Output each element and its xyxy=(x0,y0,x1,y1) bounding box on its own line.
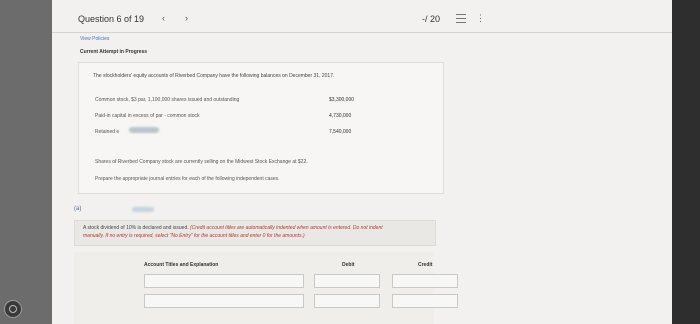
part-a-instructions: A stock dividend of 10% is declared and … xyxy=(74,220,436,246)
list-icon[interactable] xyxy=(456,14,466,23)
attempt-status: Current Attempt in Progress xyxy=(80,49,148,55)
blurred-text xyxy=(129,127,159,133)
problem-intro: The stockholders' equity accounts of Riv… xyxy=(93,73,335,79)
blurred-text xyxy=(132,207,154,212)
market-price-text: Shares of Riverbed Company stock are cur… xyxy=(95,159,308,165)
journal-entry-table: Account Titles and Explanation Debit Cre… xyxy=(74,252,458,324)
debit-input[interactable] xyxy=(314,274,380,288)
balance-row-value: $3,300,000 xyxy=(329,97,355,103)
assignment-page: Question 6 of 19 ‹ › -/ 20 ⋮ View Polici… xyxy=(52,0,676,324)
part-a-label: (a) xyxy=(74,206,82,212)
account-title-input[interactable] xyxy=(144,294,304,308)
credit-header: Credit xyxy=(418,262,433,268)
question-header: Question 6 of 19 ‹ › -/ 20 ⋮ xyxy=(52,6,676,33)
instruction-line-2: manually. If no entry is required, selec… xyxy=(83,233,305,239)
screen: Question 6 of 19 ‹ › -/ 20 ⋮ View Polici… xyxy=(0,0,700,324)
instruction-line-1: A stock dividend of 10% is declared and … xyxy=(83,225,383,231)
prepare-instruction: Prepare the appropriate journal entries … xyxy=(95,176,280,182)
instruction-main: A stock dividend of 10% is declared and … xyxy=(83,225,189,231)
question-label: Question 6 of 19 xyxy=(78,14,145,24)
balance-row-value: 4,730,000 xyxy=(329,113,352,119)
view-policies-link[interactable]: View Policies xyxy=(80,36,109,42)
balance-row-label: Retained e xyxy=(95,129,120,135)
previous-question-icon[interactable]: ‹ xyxy=(162,13,165,23)
screen-bezel xyxy=(672,0,700,324)
debit-input[interactable] xyxy=(314,294,380,308)
account-title-input[interactable] xyxy=(144,274,304,288)
next-question-icon[interactable]: › xyxy=(185,13,188,23)
more-options-icon[interactable]: ⋮ xyxy=(476,13,485,24)
debit-header: Debit xyxy=(342,262,355,268)
circle-icon[interactable] xyxy=(4,300,22,318)
problem-card: The stockholders' equity accounts of Riv… xyxy=(78,62,444,194)
credit-input[interactable] xyxy=(392,274,458,288)
balance-row-label: Common stock, $3 par, 1,100,000 shares i… xyxy=(95,97,240,103)
credit-input[interactable] xyxy=(392,294,458,308)
account-titles-header: Account Titles and Explanation xyxy=(144,262,219,268)
score-display: -/ 20 xyxy=(422,14,441,24)
instruction-note: (Credit account titles are automatically… xyxy=(190,225,383,231)
balance-row-value: 7,540,000 xyxy=(329,129,352,135)
balance-row-label: Paid-in capital in excess of par - commo… xyxy=(95,113,200,119)
